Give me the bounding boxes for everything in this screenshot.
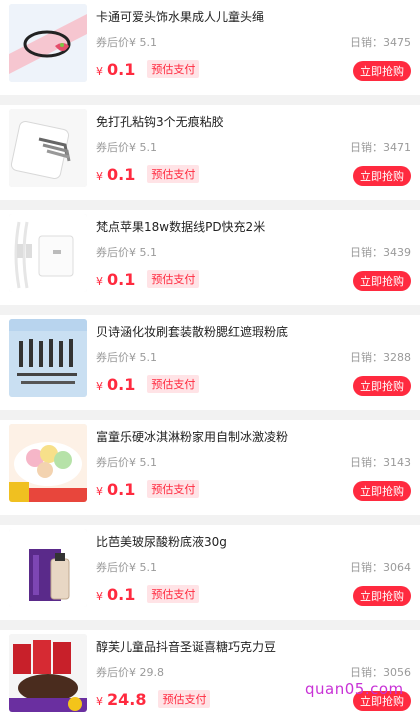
currency-symbol: ¥ xyxy=(96,65,103,78)
product-card[interactable]: 梵点苹果18w数据线PD快充2米 券后价¥ 5.1 日销：3439 ¥ 0.1 … xyxy=(0,210,420,305)
coupon-price: 券后价¥ 29.8 xyxy=(96,666,164,679)
final-price: ¥ 0.1 预估支付 xyxy=(96,585,200,605)
coupon-price: 券后价¥ 5.1 xyxy=(96,561,157,574)
chocolate-image[interactable] xyxy=(9,634,87,712)
coupon-price: 券后价¥ 5.1 xyxy=(96,36,157,49)
product-card[interactable]: 卡通可爱头饰水果成人儿童头绳 券后价¥ 5.1 日销：3475 ¥ 0.1 预估… xyxy=(0,0,420,95)
coupon-price: 券后价¥ 5.1 xyxy=(96,351,157,364)
price-value: 0.1 xyxy=(107,375,136,394)
buy-now-button[interactable]: 立即抢购 xyxy=(353,271,411,291)
coupon-price: 券后价¥ 5.1 xyxy=(96,141,157,154)
final-price: ¥ 0.1 预估支付 xyxy=(96,480,200,500)
product-title[interactable]: 比芭美玻尿酸粉底液30g xyxy=(96,533,227,550)
daily-sales: 日销：3475 xyxy=(350,36,411,49)
product-title[interactable]: 免打孔粘钩3个无痕粘胶 xyxy=(96,113,224,130)
estimated-pay-badge: 预估支付 xyxy=(147,270,200,288)
hair-tie-image[interactable] xyxy=(9,4,87,82)
site-watermark: quan05.com xyxy=(305,680,404,698)
makeup-brush-image[interactable] xyxy=(9,319,87,397)
buy-now-button[interactable]: 立即抢购 xyxy=(353,586,411,606)
product-card[interactable]: 比芭美玻尿酸粉底液30g 券后价¥ 5.1 日销：3064 ¥ 0.1 预估支付… xyxy=(0,525,420,620)
estimated-pay-badge: 预估支付 xyxy=(147,165,200,183)
product-title[interactable]: 卡通可爱头饰水果成人儿童头绳 xyxy=(96,8,264,25)
daily-sales: 日销：3439 xyxy=(350,246,411,259)
buy-now-button[interactable]: 立即抢购 xyxy=(353,376,411,396)
final-price: ¥ 24.8 预估支付 xyxy=(96,690,211,710)
price-value: 0.1 xyxy=(107,270,136,289)
currency-symbol: ¥ xyxy=(96,380,103,393)
charger-cable-image[interactable] xyxy=(9,214,87,292)
price-value: 0.1 xyxy=(107,480,136,499)
daily-sales: 日销：3143 xyxy=(350,456,411,469)
product-card[interactable]: 贝诗涵化妆刷套装散粉腮红遮瑕粉底 券后价¥ 5.1 日销：3288 ¥ 0.1 … xyxy=(0,315,420,410)
buy-now-button[interactable]: 立即抢购 xyxy=(353,166,411,186)
daily-sales: 日销：3056 xyxy=(350,666,411,679)
product-card[interactable]: 醇芙儿童品抖音圣诞喜糖巧克力豆 券后价¥ 29.8 日销：3056 ¥ 24.8… xyxy=(0,630,420,723)
daily-sales: 日销：3471 xyxy=(350,141,411,154)
coupon-price: 券后价¥ 5.1 xyxy=(96,246,157,259)
buy-now-button[interactable]: 立即抢购 xyxy=(353,61,411,81)
estimated-pay-badge: 预估支付 xyxy=(147,585,200,603)
estimated-pay-badge: 预估支付 xyxy=(147,375,200,393)
currency-symbol: ¥ xyxy=(96,590,103,603)
product-title[interactable]: 富童乐硬冰淇淋粉家用自制冰激凌粉 xyxy=(96,428,288,445)
ice-cream-image[interactable] xyxy=(9,424,87,502)
currency-symbol: ¥ xyxy=(96,695,103,708)
final-price: ¥ 0.1 预估支付 xyxy=(96,270,200,290)
price-value: 0.1 xyxy=(107,60,136,79)
daily-sales: 日销：3288 xyxy=(350,351,411,364)
price-value: 24.8 xyxy=(107,690,147,709)
foundation-bottle-image[interactable] xyxy=(9,529,87,607)
estimated-pay-badge: 预估支付 xyxy=(147,60,200,78)
final-price: ¥ 0.1 预估支付 xyxy=(96,60,200,80)
coupon-price: 券后价¥ 5.1 xyxy=(96,456,157,469)
currency-symbol: ¥ xyxy=(96,485,103,498)
estimated-pay-badge: 预估支付 xyxy=(158,690,211,708)
price-value: 0.1 xyxy=(107,585,136,604)
product-card[interactable]: 富童乐硬冰淇淋粉家用自制冰激凌粉 券后价¥ 5.1 日销：3143 ¥ 0.1 … xyxy=(0,420,420,515)
product-card[interactable]: 免打孔粘钩3个无痕粘胶 券后价¥ 5.1 日销：3471 ¥ 0.1 预估支付 … xyxy=(0,105,420,200)
estimated-pay-badge: 预估支付 xyxy=(147,480,200,498)
product-title[interactable]: 梵点苹果18w数据线PD快充2米 xyxy=(96,218,265,235)
product-title[interactable]: 醇芙儿童品抖音圣诞喜糖巧克力豆 xyxy=(96,638,276,655)
daily-sales: 日销：3064 xyxy=(350,561,411,574)
product-title[interactable]: 贝诗涵化妆刷套装散粉腮红遮瑕粉底 xyxy=(96,323,288,340)
final-price: ¥ 0.1 预估支付 xyxy=(96,375,200,395)
buy-now-button[interactable]: 立即抢购 xyxy=(353,481,411,501)
price-value: 0.1 xyxy=(107,165,136,184)
final-price: ¥ 0.1 预估支付 xyxy=(96,165,200,185)
currency-symbol: ¥ xyxy=(96,275,103,288)
currency-symbol: ¥ xyxy=(96,170,103,183)
adhesive-hook-image[interactable] xyxy=(9,109,87,187)
